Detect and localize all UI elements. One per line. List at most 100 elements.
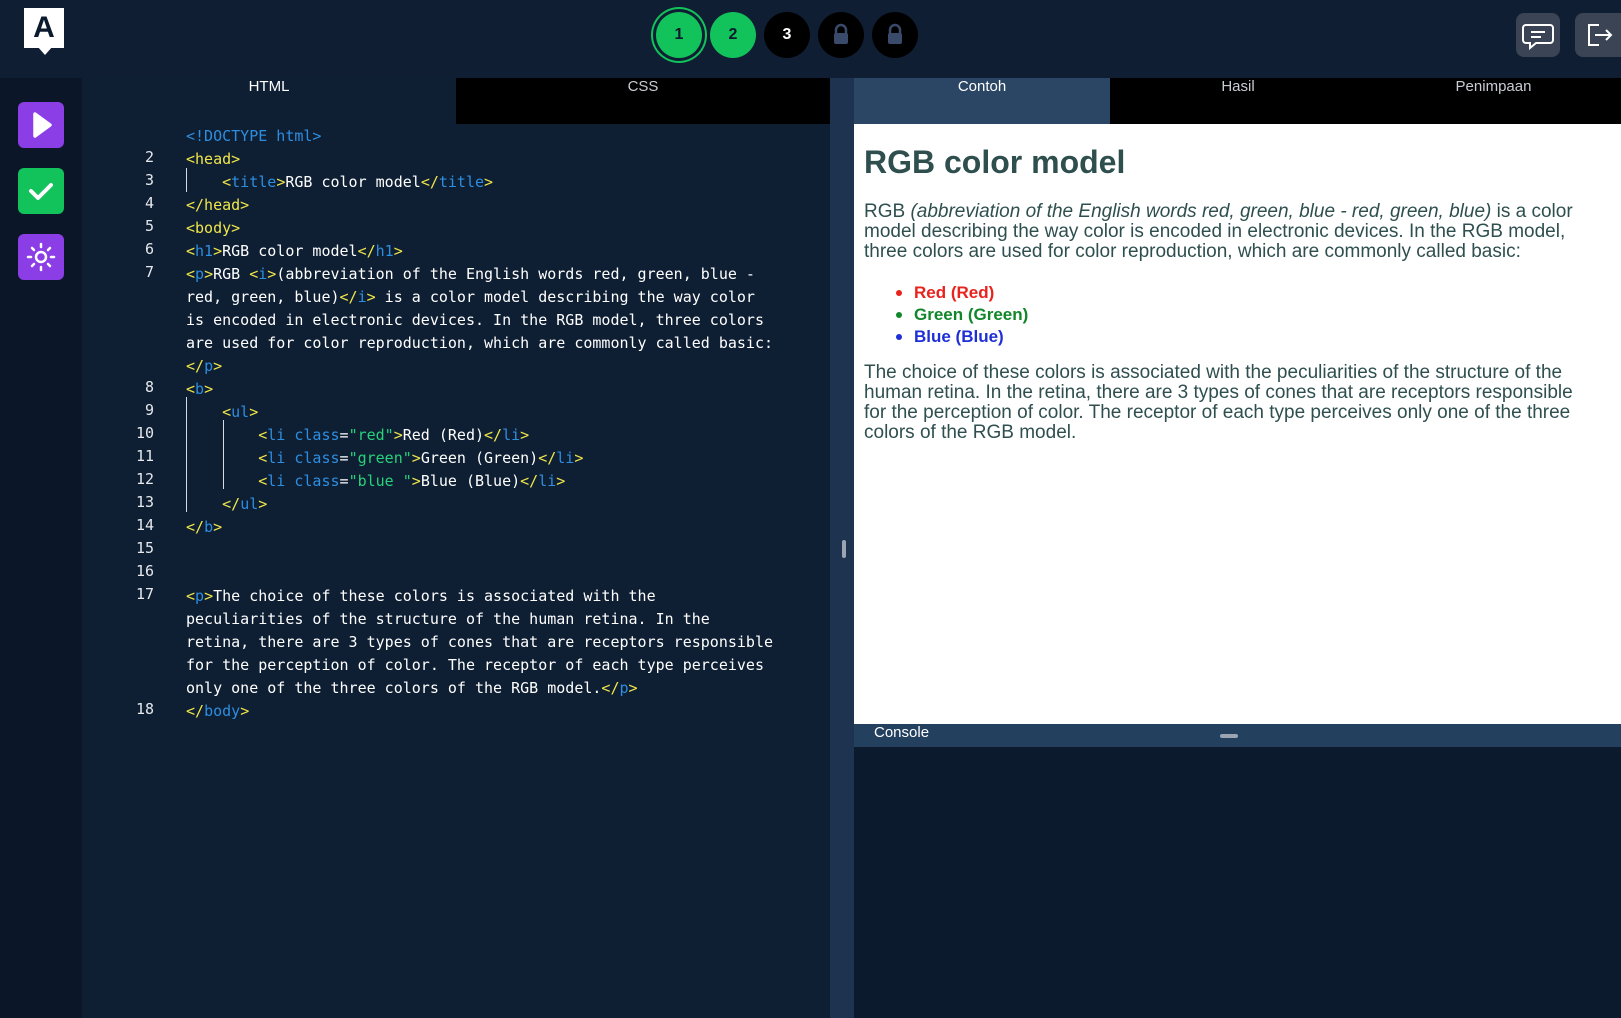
code-line: <head> — [186, 147, 240, 171]
tab-hasil[interactable]: Hasil — [1110, 78, 1366, 124]
top-bar: A 1 2 3 — [0, 0, 1621, 78]
code-line: </p> — [186, 357, 223, 375]
code-line: <title>RGB color model</title> — [222, 173, 494, 191]
code-token: Green (Green) — [420, 449, 539, 467]
code-line: retina, there are 3 types of cones that … — [186, 633, 773, 651]
code-line: <li class="green">Green (Green)</li> — [258, 449, 584, 467]
theme-toggle-button[interactable] — [18, 234, 64, 280]
play-icon — [33, 112, 52, 138]
code-line: red, green, blue)</i> is a color model d… — [186, 288, 755, 306]
step-4-locked[interactable] — [818, 12, 864, 58]
line-number: 15 — [135, 539, 154, 557]
step-5-locked[interactable] — [872, 12, 918, 58]
code-token: only one of the three colors of the RGB … — [186, 679, 602, 697]
code-line: <li class="blue ">Blue (Blue)</li> — [258, 472, 566, 490]
line-number: 2 — [144, 148, 154, 166]
line-number: 3 — [144, 171, 154, 189]
line-number: 4 — [144, 194, 154, 212]
code-line: are used for color reproduction, which a… — [186, 334, 773, 352]
code-token: Blue (Blue) — [420, 472, 521, 490]
check-button[interactable] — [18, 168, 64, 214]
preview-paragraph-2: The choice of these colors is associated… — [864, 362, 1573, 443]
exit-button[interactable] — [1575, 13, 1621, 57]
code-line: for the perception of color. The recepto… — [186, 656, 764, 674]
code-line: <li class="red">Red (Red)</li> — [258, 426, 530, 444]
code-line: </body> — [186, 702, 250, 720]
app-logo: A — [24, 8, 64, 48]
list-item-green: Green (Green) — [894, 304, 1028, 326]
line-number: 10 — [135, 424, 154, 442]
line-number: 17 — [135, 585, 154, 603]
console-minimize-handle[interactable] — [1220, 734, 1238, 738]
code-line: </b> — [186, 518, 223, 536]
tab-penimpaan[interactable]: Penimpaan — [1366, 78, 1621, 124]
code-token: RGB color model — [222, 242, 358, 260]
list-item-blue: Blue (Blue) — [894, 326, 1028, 348]
preview-text: RGB — [864, 201, 911, 222]
line-number: 12 — [135, 470, 154, 488]
doctype: <!DOCTYPE html> — [186, 127, 322, 145]
code-token: "blue " — [348, 472, 412, 490]
lock-icon — [888, 23, 902, 44]
code-line: <b> — [186, 380, 214, 398]
console-label: Console — [874, 724, 930, 741]
code-token: RGB color model — [285, 173, 421, 191]
code-area[interactable]: 2 3 4 5 6 7 8 9 10 11 12 13 14 15 16 17 … — [82, 124, 830, 1018]
preview-italic-text: (abbreviation of the English words red, … — [910, 201, 1492, 222]
console-header: Console — [854, 724, 1621, 747]
code-line: <p>The choice of these colors is associa… — [186, 587, 656, 605]
chat-button[interactable] — [1516, 13, 1560, 57]
run-button[interactable] — [18, 102, 64, 148]
preview-color-list: Red (Red) Green (Green) Blue (Blue) — [894, 282, 1028, 348]
line-number: 8 — [144, 378, 154, 396]
line-number: 11 — [135, 447, 154, 465]
code-token: <head> — [186, 150, 241, 168]
code-token: is a color model describing the way colo… — [375, 288, 755, 306]
code-token: Red (Red) — [402, 426, 485, 444]
code-token: The choice of these colors is associated… — [213, 587, 656, 605]
code-line: peculiarities of the structure of the hu… — [186, 610, 710, 628]
preview-panel: Contoh Hasil Penimpaan RGB color model R… — [854, 78, 1621, 1018]
tab-html[interactable]: HTML — [82, 78, 456, 124]
splitter-handle[interactable] — [842, 540, 846, 558]
code-token: "green" — [348, 449, 412, 467]
line-number: 9 — [144, 401, 154, 419]
chat-bubble-icon — [1522, 24, 1554, 51]
code-token: red, green, blue) — [186, 288, 340, 306]
line-number: 6 — [144, 240, 154, 258]
example-preview: RGB color model RGB (abbreviation of the… — [854, 124, 1621, 724]
line-number: 7 — [144, 263, 154, 281]
logo-notch — [37, 46, 53, 55]
line-number: 16 — [135, 562, 154, 580]
lock-icon — [834, 23, 848, 44]
code-line: <h1>RGB color model</h1> — [186, 242, 403, 260]
code-token: <body> — [186, 219, 241, 237]
code-line: <ul> — [222, 403, 259, 421]
code-line: <!DOCTYPE html> — [186, 124, 321, 148]
preview-heading: RGB color model — [864, 144, 1126, 180]
tab-css[interactable]: CSS — [456, 78, 830, 124]
left-toolbar — [0, 78, 82, 1018]
sun-icon — [26, 242, 56, 272]
line-number: 5 — [144, 217, 154, 235]
step-2[interactable]: 2 — [710, 12, 756, 58]
code-line: <p>RGB <i>(abbreviation of the English w… — [186, 265, 755, 283]
code-token: (abbreviation of the English words red, … — [276, 265, 755, 283]
line-number: 18 — [135, 700, 154, 718]
code-line: </ul> — [222, 495, 268, 513]
console-output — [854, 747, 1621, 1018]
step-1[interactable]: 1 — [656, 12, 702, 58]
step-3[interactable]: 3 — [764, 12, 810, 58]
code-line: <body> — [186, 216, 240, 240]
line-number: 14 — [135, 516, 154, 534]
logout-icon — [1588, 24, 1613, 46]
tab-contoh[interactable]: Contoh — [854, 78, 1110, 124]
code-token: RGB — [213, 265, 250, 283]
code-text: <!DOCTYPE html> <head> <title>RGB color … — [186, 124, 826, 720]
code-editor-panel: HTML CSS 2 3 4 5 6 7 8 9 10 11 12 13 14 … — [82, 78, 830, 1018]
list-item-red: Red (Red) — [894, 282, 1028, 304]
line-number: 13 — [135, 493, 154, 511]
code-token: "red" — [348, 426, 394, 444]
code-line: only one of the three colors of the RGB … — [186, 679, 638, 697]
code-token: </head> — [186, 196, 250, 214]
